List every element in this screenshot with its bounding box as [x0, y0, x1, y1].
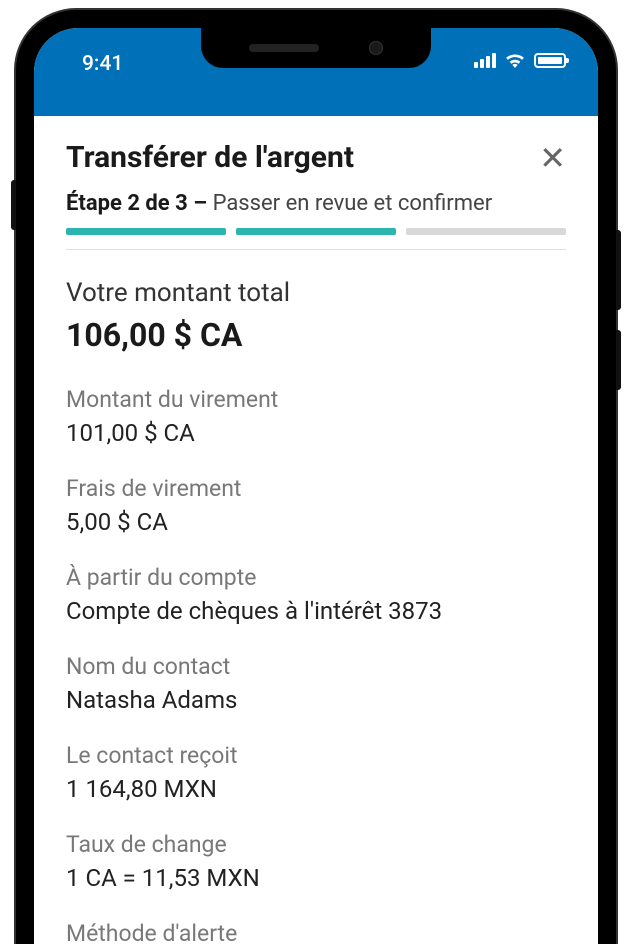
- exchange-rate-value: 1 CA = 11,53 MXN: [66, 864, 566, 892]
- page-title: Transférer de l'argent: [66, 140, 354, 175]
- progress-segment-2: [236, 228, 396, 235]
- transfer-fee-value: 5,00 $ CA: [66, 508, 566, 536]
- step-indicator: Étape 2 de 3 – Passer en revue et confir…: [66, 191, 566, 216]
- transfer-fee-label: Frais de virement: [66, 475, 566, 502]
- step-number: Étape 2 de 3 –: [66, 191, 213, 216]
- progress-segment-1: [66, 228, 226, 235]
- transfer-amount-field: Montant du virement 101,00 $ CA: [66, 386, 566, 447]
- from-account-field: À partir du compte Compte de chèques à l…: [66, 564, 566, 625]
- wifi-icon: [504, 52, 526, 68]
- cellular-signal-icon: [474, 53, 496, 68]
- exchange-rate-field: Taux de change 1 CA = 11,53 MXN: [66, 831, 566, 892]
- transfer-amount-label: Montant du virement: [66, 386, 566, 413]
- contact-receives-field: Le contact reçoit 1 164,80 MXN: [66, 742, 566, 803]
- progress-segment-3: [406, 228, 566, 235]
- from-account-label: À partir du compte: [66, 564, 566, 591]
- alert-method-label: Méthode d'alerte: [66, 920, 566, 944]
- header-row: Transférer de l'argent ✕: [66, 140, 566, 175]
- side-button: [616, 230, 621, 310]
- divider: [66, 249, 566, 250]
- speaker: [249, 44, 319, 52]
- content-area: Transférer de l'argent ✕ Étape 2 de 3 – …: [34, 116, 598, 944]
- progress-bar: [66, 228, 566, 235]
- side-button: [616, 330, 621, 390]
- status-icons: [474, 52, 566, 68]
- contact-receives-label: Le contact reçoit: [66, 742, 566, 769]
- total-amount-value: 106,00 $ CA: [66, 316, 566, 354]
- exchange-rate-label: Taux de change: [66, 831, 566, 858]
- contact-name-field: Nom du contact Natasha Adams: [66, 653, 566, 714]
- close-icon[interactable]: ✕: [539, 142, 566, 174]
- battery-icon: [534, 53, 566, 68]
- contact-receives-value: 1 164,80 MXN: [66, 775, 566, 803]
- alert-method-field: Méthode d'alerte: [66, 920, 566, 944]
- front-camera: [369, 41, 383, 55]
- contact-name-label: Nom du contact: [66, 653, 566, 680]
- step-description: Passer en revue et confirmer: [213, 191, 493, 216]
- side-button: [11, 180, 16, 230]
- transfer-fee-field: Frais de virement 5,00 $ CA: [66, 475, 566, 536]
- contact-name-value: Natasha Adams: [66, 686, 566, 714]
- from-account-value: Compte de chèques à l'intérêt 3873: [66, 597, 566, 625]
- phone-frame: 9:41 Transférer de l'argent ✕: [16, 10, 616, 944]
- total-amount-label: Votre montant total: [66, 278, 566, 308]
- notch: [201, 28, 431, 68]
- screen: 9:41 Transférer de l'argent ✕: [34, 28, 598, 944]
- transfer-amount-value: 101,00 $ CA: [66, 419, 566, 447]
- status-time: 9:41: [82, 52, 123, 76]
